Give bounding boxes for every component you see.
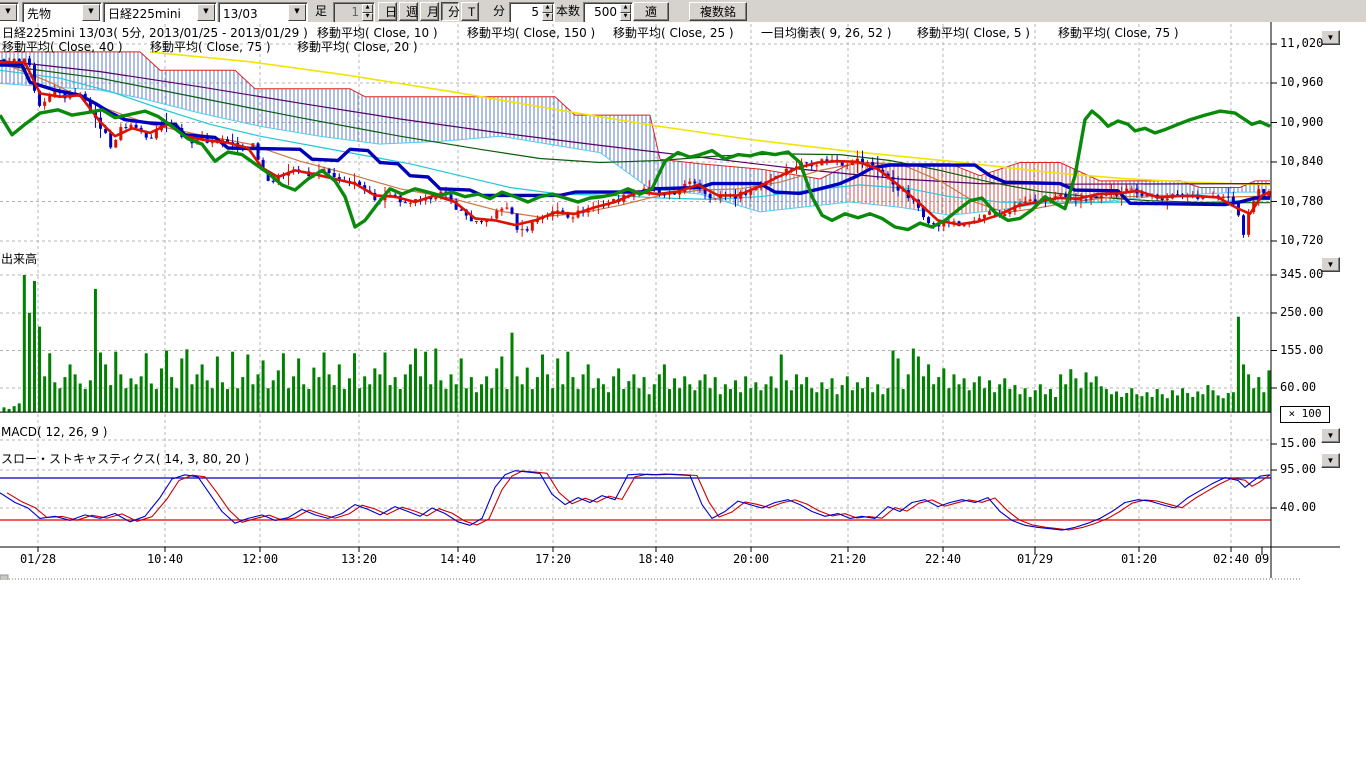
trading-app-window: ▼ 先物 ▼ 日経225mini ▼ 13/03 ▼ 足 1 ▲▼ 日 週 月 … [0,0,1366,768]
macd-axis-label: 15.00 [1280,436,1316,450]
multi-symbol-button[interactable]: 複数銘柄 [689,2,747,21]
left-edge-combo[interactable]: ▼ [0,2,19,23]
price-axis-label: 10,840 [1280,154,1323,168]
time-axis-label: 01/29 [1011,552,1059,566]
legend-item: 移動平均( Close, 20 ) [297,38,418,55]
macd-panel-title: MACD( 12, 26, 9 ) [1,425,107,439]
instrument-type-combo[interactable]: 先物 ▼ [22,2,102,23]
spin-down-icon[interactable]: ▼ [620,13,631,22]
stoch-axis-label: 95.00 [1280,462,1316,476]
spin-down-icon[interactable]: ▼ [542,13,553,22]
spin-up-icon[interactable]: ▲ [620,4,631,13]
time-axis-label: 01/28 [14,552,62,566]
minute-stepper[interactable]: 5 ▲▼ [509,2,555,23]
time-axis-label: 18:40 [632,552,680,566]
macd-scale-dropdown-button[interactable]: ▼ [1321,428,1340,443]
stoch-scale-dropdown-button[interactable]: ▼ [1321,453,1340,468]
time-axis-label: 22:40 [919,552,967,566]
volume-multiplier-box: × 100 [1280,406,1330,423]
price-axis-label: 10,720 [1280,233,1323,247]
price-axis-label: 10,900 [1280,115,1323,129]
time-axis-label: 12:00 [236,552,284,566]
bar-type-label: 足 [315,2,327,21]
instrument-type-value: 先物 [23,3,82,22]
chevron-down-icon[interactable]: ▼ [197,4,215,21]
spin-up-icon[interactable]: ▲ [362,4,373,13]
volume-panel-title: 出来高 [1,250,37,267]
spinner-arrows[interactable]: ▲▼ [362,4,373,21]
stoch-axis-label: 40.00 [1280,500,1316,514]
spin-up-icon[interactable]: ▲ [542,4,553,13]
minute-label: 分 [493,2,505,21]
legend-item: 移動平均( Close, 40 ) [2,38,123,55]
chevron-down-icon[interactable]: ▼ [0,4,17,21]
period-minute-button[interactable]: 分 [441,2,459,21]
time-axis-label: 09 [1238,552,1286,566]
volume-scale-dropdown-button[interactable]: ▼ [1321,257,1340,272]
price-axis-label: 10,780 [1280,194,1323,208]
minute-value: 5 [510,3,541,22]
volume-axis-label: 60.00 [1280,380,1316,394]
chevron-down-icon[interactable]: ▼ [288,4,306,21]
time-axis-label: 10:40 [141,552,189,566]
time-axis-label: 13:20 [335,552,383,566]
period-month-button[interactable]: 月 [420,2,439,21]
spinner-arrows[interactable]: ▲▼ [620,4,631,21]
volume-axis-label: 345.00 [1280,267,1323,281]
apply-button[interactable]: 適用 [633,2,669,21]
time-axis-label: 14:40 [434,552,482,566]
bar-interval-value: 1 [334,3,361,22]
time-axis-label: 21:20 [824,552,872,566]
legend-item: 移動平均( Close, 75 ) [150,38,271,55]
bar-interval-stepper[interactable]: 1 ▲▼ [333,2,375,23]
toolbar: ▼ 先物 ▼ 日経225mini ▼ 13/03 ▼ 足 1 ▲▼ 日 週 月 … [0,0,1366,24]
symbol-combo[interactable]: 日経225mini ▼ [103,2,217,23]
contract-month-combo[interactable]: 13/03 ▼ [218,2,308,23]
bar-count-value: 500 [584,3,619,22]
bar-count-stepper[interactable]: 500 ▲▼ [583,2,633,23]
price-axis-label: 11,020 [1280,36,1323,50]
splitter-handle[interactable] [0,575,8,580]
main-chart-legend-row1: 日経225mini 13/03( 5分, 2013/01/25 - 2013/0… [0,24,1270,37]
time-axis-label: 01:20 [1115,552,1163,566]
contract-month-value: 13/03 [219,5,288,21]
period-week-button[interactable]: 週 [399,2,418,21]
volume-axis-label: 155.00 [1280,343,1323,357]
period-tick-button[interactable]: T [461,2,479,21]
time-axis-label: 17:20 [529,552,577,566]
period-day-button[interactable]: 日 [378,2,397,21]
price-scale-dropdown-button[interactable]: ▼ [1321,30,1340,45]
chart-background [0,22,1366,580]
bar-count-label: 本数 [556,2,580,21]
volume-axis-label: 250.00 [1280,305,1323,319]
spinner-arrows[interactable]: ▲▼ [542,4,553,21]
chevron-down-icon[interactable]: ▼ [82,4,100,21]
spin-down-icon[interactable]: ▼ [362,13,373,22]
price-axis-label: 10,960 [1280,75,1323,89]
chart-canvas [0,22,1366,580]
main-chart-legend-row2: 移動平均( Close, 40 )移動平均( Close, 75 )移動平均( … [0,38,1270,51]
time-axis-label: 20:00 [727,552,775,566]
symbol-value: 日経225mini [104,3,197,22]
stoch-panel-title: スロー・ストキャスティクス( 14, 3, 80, 20 ) [1,450,249,467]
